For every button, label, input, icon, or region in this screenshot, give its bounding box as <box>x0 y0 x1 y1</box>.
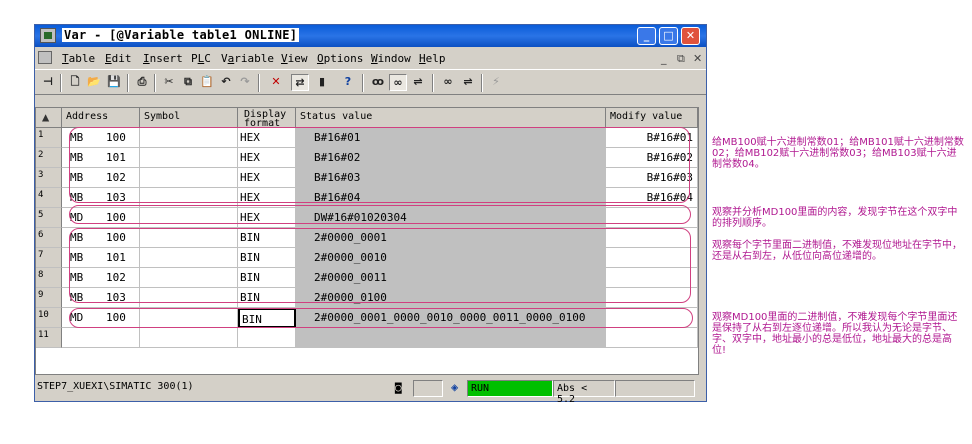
toolbar-separator <box>258 74 260 92</box>
menu-insert[interactable]: Insert <box>143 52 183 65</box>
display-format-cell[interactable] <box>238 328 296 348</box>
row-number: 4 <box>36 188 62 208</box>
row-number: 1 <box>36 128 62 148</box>
mdi-close-button[interactable]: ✕ <box>693 52 702 65</box>
annotation-note: 观察每个字节里面二进制值，不难发现位地址在字节中，还是从右到左，从低位向高位递增… <box>712 240 962 262</box>
minimize-button[interactable]: _ <box>637 27 656 45</box>
run-status-badge: RUN <box>467 380 553 397</box>
row-number: 11 <box>36 328 62 348</box>
row-number: 7 <box>36 248 62 268</box>
window-title: Var - [@Variable table1 ONLINE] <box>62 28 300 42</box>
status-bar: STEP7_XUEXI\SIMATIC 300(1) ◙ ◈ RUN Abs <… <box>35 377 706 405</box>
toolbar-separator <box>362 74 364 92</box>
col-header-modify-value[interactable]: Modify value <box>606 108 698 128</box>
paste-icon[interactable]: 📋 <box>198 74 216 91</box>
menu-bar: Table Edit Insert PLC Variable View Opti… <box>35 49 706 68</box>
plc-icon[interactable]: ▮ <box>313 74 331 91</box>
delete-icon[interactable]: ✕ <box>267 74 285 91</box>
title-bar[interactable]: Var - [@Variable table1 ONLINE] _ □ ✕ <box>35 25 706 47</box>
annotation-oval <box>69 127 690 203</box>
copy-icon[interactable]: ⧉ <box>179 74 197 91</box>
pin-icon[interactable]: ⊣ <box>39 74 57 91</box>
row-number: 6 <box>36 228 62 248</box>
connection-icon: ◙ <box>395 381 402 394</box>
col-header-address[interactable]: Address <box>62 108 140 128</box>
monitor-icon[interactable]: ꝏ <box>369 74 387 91</box>
menu-table[interactable]: Table <box>62 52 95 65</box>
toolbar: ⊣ 🗋 📂 💾 ⎙ ✂ ⧉ 📋 ↶ ↷ ✕ ⇄ ▮ ? ꝏ ∞ ⇌ ∞ ⇌ ⚡ <box>35 69 706 95</box>
toolbar-separator <box>154 74 156 92</box>
help-pointer-icon[interactable]: ? <box>339 74 357 91</box>
close-button[interactable]: ✕ <box>681 27 700 45</box>
row-number: 3 <box>36 168 62 188</box>
menu-options[interactable]: Options <box>317 52 363 65</box>
menu-help[interactable]: Help <box>419 52 446 65</box>
col-header-status-value[interactable]: Status value <box>296 108 606 128</box>
menu-window[interactable]: Window <box>371 52 411 65</box>
maximize-button[interactable]: □ <box>659 27 678 45</box>
address-cell[interactable] <box>62 328 140 348</box>
redo-icon[interactable]: ↷ <box>236 74 254 91</box>
document-icon[interactable] <box>38 51 52 64</box>
select-all-corner[interactable]: ▲ <box>36 108 62 128</box>
row-number: 5 <box>36 208 62 228</box>
update-modify-icon[interactable]: ⇌ <box>459 74 477 91</box>
annotation-note: 观察并分析MD100里面的内容，发现字节在这个双字中的排列顺序。 <box>712 207 958 229</box>
table-row[interactable]: 11 <box>36 328 698 348</box>
toolbar-separator <box>60 74 62 92</box>
undo-icon[interactable]: ↶ <box>217 74 235 91</box>
monitor-variable-icon[interactable]: ∞ <box>389 74 407 91</box>
modify-variable-icon[interactable]: ⇌ <box>409 74 427 91</box>
update-monitor-icon[interactable]: ∞ <box>439 74 457 91</box>
toolbar-separator <box>481 74 483 92</box>
annotation-note: 给MB100赋十六进制常数01；给MB101赋十六进制常数02；给MB102赋十… <box>712 137 964 170</box>
address-area <box>66 331 70 344</box>
menu-view[interactable]: View <box>281 52 308 65</box>
mdi-minimize-button[interactable]: _ <box>661 52 667 65</box>
status-empty <box>615 380 695 397</box>
col-header-symbol[interactable]: Symbol <box>140 108 238 128</box>
annotation-note: 观察MD100里面的二进制值，不难发现每个字节里面还是保持了从右到左逐位递增。所… <box>712 312 958 356</box>
mdi-restore-button[interactable]: ⧉ <box>677 52 685 66</box>
annotation-oval <box>69 228 691 303</box>
status-field <box>413 380 443 397</box>
toolbar-separator <box>127 74 129 92</box>
menu-edit[interactable]: Edit <box>105 52 132 65</box>
status-value-cell[interactable] <box>296 328 606 348</box>
row-number: 2 <box>36 148 62 168</box>
force-icon[interactable]: ⚡ <box>487 74 505 91</box>
print-icon[interactable]: ⎙ <box>133 74 151 91</box>
online-icon[interactable]: ⇄ <box>291 74 309 91</box>
diagnostic-icon: ◈ <box>451 380 459 394</box>
save-icon[interactable]: 💾 <box>105 74 123 91</box>
annotation-oval <box>69 205 691 224</box>
symbol-cell[interactable] <box>140 328 238 348</box>
cut-icon[interactable]: ✂ <box>160 74 178 91</box>
abs-version: Abs < 5.2 <box>553 380 615 405</box>
row-number: 8 <box>36 268 62 288</box>
row-number: 10 <box>36 308 62 328</box>
row-number: 9 <box>36 288 62 308</box>
new-icon[interactable]: 🗋 <box>66 74 84 91</box>
project-path: STEP7_XUEXI\SIMATIC 300(1) <box>37 381 194 392</box>
open-icon[interactable]: 📂 <box>85 74 103 91</box>
toolbar-separator <box>432 74 434 92</box>
modify-value-cell[interactable] <box>606 328 698 348</box>
menu-plc[interactable]: PLC <box>191 52 211 65</box>
menu-variable[interactable]: Variable <box>221 52 274 65</box>
col-header-display-format[interactable]: Display format <box>238 108 296 128</box>
app-icon <box>40 28 56 43</box>
annotation-oval <box>69 308 693 328</box>
